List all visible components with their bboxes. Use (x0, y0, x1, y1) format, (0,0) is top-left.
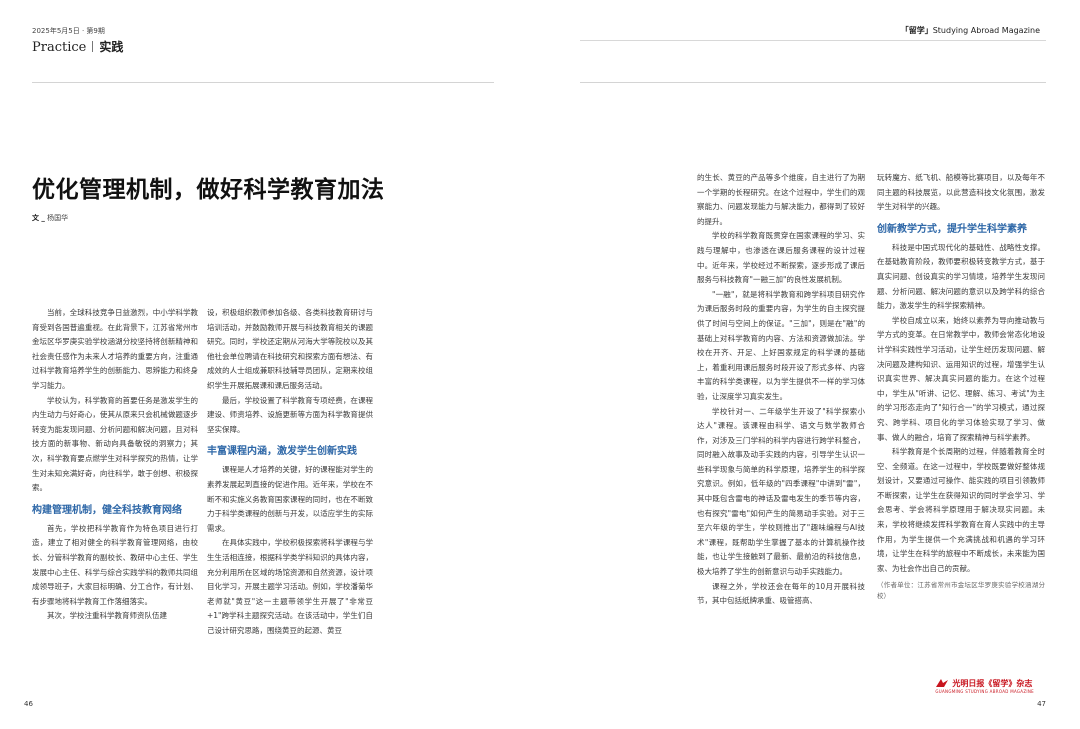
article-column-3: 的生长、黄豆的产品等多个维度，自主进行了为期一个学期的长程研究。在这个过程中，学… (697, 171, 865, 691)
section-label-cn: 实践 (99, 40, 124, 54)
paragraph: 其次，学校注重科学教育师资队伍建 (47, 611, 167, 621)
paragraph: 在具体实践中，学校积极探索将科学课程与学生生活相连接，根据科学类学科知识的具体内… (207, 538, 373, 635)
article-column-1: 当前，全球科技竞争日益激烈，中小学科学教育受到各国普遍重视。在此背景下，江苏省常… (32, 306, 198, 691)
author-name: 杨国华 (47, 214, 69, 222)
paragraph: 课程之外，学校还会在每年的10月开展科技节，其中包括纸牌承重、吸管搭高、 (697, 581, 865, 606)
article-column-4: 玩转魔方、纸飞机、船模等比赛项目，以及每年不同主题的科技展览，以此营造科技文化氛… (877, 171, 1045, 691)
section-heading: 创新教学方式，提升学生科学素养 (877, 223, 1027, 235)
byline-prefix: 文 _ (32, 214, 45, 222)
magazine-header: 「留学」Studying Abroad Magazine (901, 25, 1040, 36)
author-affiliation: （作者单位：江苏省常州市金坛区华罗庚实验学校涵湖分校） (877, 581, 1045, 601)
footer-logo-subtitle: GUANGMING STUDYING ABROAD MAGAZINE (935, 689, 1034, 694)
left-page: 2025年5月5日 · 第9期 Practice 实践 优化管理机制，做好科学教育… (0, 0, 540, 729)
magazine-header-name: Studying Abroad Magazine (932, 26, 1040, 35)
page-number: 46 (24, 700, 33, 708)
paragraph: 设，积极组织教师参加各级、各类科技教育研讨与培训活动，并鼓励教师开展与科技教育相… (207, 308, 373, 390)
paragraph: 当前，全球科技竞争日益激烈，中小学科学教育受到各国普遍重视。在此背景下，江苏省常… (32, 308, 198, 390)
header-top-rule (580, 40, 1046, 41)
paragraph: 科技是中国式现代化的基础性、战略性支撑。在基础教育阶段，教师要积极转变教学方式，… (877, 242, 1045, 311)
paragraph: 最后，学校设置了科学教育专项经费，在课程建设、师资培养、设施更新等方面为科学教育… (207, 395, 373, 434)
paragraph: 玩转魔方、纸飞机、船模等比赛项目，以及每年不同主题的科技展览，以此营造科技文化氛… (877, 173, 1045, 212)
paragraph: 学校认为，科学教育的首要任务是激发学生的内生动力与好奇心，使其从原来只会机械做题… (32, 395, 198, 493)
section-divider (92, 41, 94, 52)
footer-logo: 光明日报《留学》杂志 GUANGMING STUDYING ABROAD MAG… (935, 678, 1034, 694)
magazine-header-mark: 「留学」 (900, 26, 933, 35)
article-column-2: 设，积极组织教师参加各级、各类科技教育研讨与培训活动，并鼓励教师开展与科技教育相… (207, 306, 373, 691)
paragraph: "一融"，就是将科学教育和跨学科项目研究作为课后服务时段的重要内容，为学生的自主… (697, 289, 865, 401)
paragraph: 科学教育是个长周期的过程，伴随着教育全时空、全频道。在这一过程中，学校既要做好整… (877, 447, 1045, 573)
section-label-en: Practice (32, 40, 87, 55)
paragraph: 首先，学校把科学教育作为特色项目进行打造，建立了相对健全的科学教育管理网络，由校… (32, 523, 198, 606)
section-heading: 丰富课程内涵，激发学生创新实践 (207, 446, 357, 458)
paragraph: 学校针对一、二年级学生开设了"科学探索小达人"课程。该课程由科学、语文与数学教师… (697, 406, 865, 577)
logo-mark-icon (936, 679, 949, 687)
footer-logo-text: 光明日报《留学》杂志 (952, 679, 1033, 688)
header-rule (32, 82, 494, 83)
section-heading: 构建管理机制，健全科技教育网络 (32, 504, 182, 516)
paragraph: 学校的科学教育既贯穿在国家课程的学习、实践与理解中，也渗透在课后服务课程的设计过… (697, 231, 865, 285)
paragraph: 学校自成立以来，始终以素养为导向推动教与学方式的变革。在日常教学中，教师会常态化… (877, 315, 1045, 442)
paragraph: 的生长、黄豆的产品等多个维度，自主进行了为期一个学期的长程研究。在这个过程中，学… (697, 173, 865, 226)
byline: 文 _ 杨国华 (32, 213, 68, 223)
right-page: 「留学」Studying Abroad Magazine 的生长、黄豆的产品等多… (540, 0, 1080, 729)
header-rule (580, 82, 1046, 83)
section-label: Practice 实践 (32, 38, 123, 55)
paragraph: 课程是人才培养的关键，好的课程能对学生的素养发展起到直接的促进作用。近年来，学校… (207, 465, 373, 533)
page-number: 47 (1037, 700, 1046, 708)
article-title: 优化管理机制，做好科学教育加法 (32, 177, 385, 203)
issue-date: 2025年5月5日 · 第9期 (32, 27, 105, 35)
